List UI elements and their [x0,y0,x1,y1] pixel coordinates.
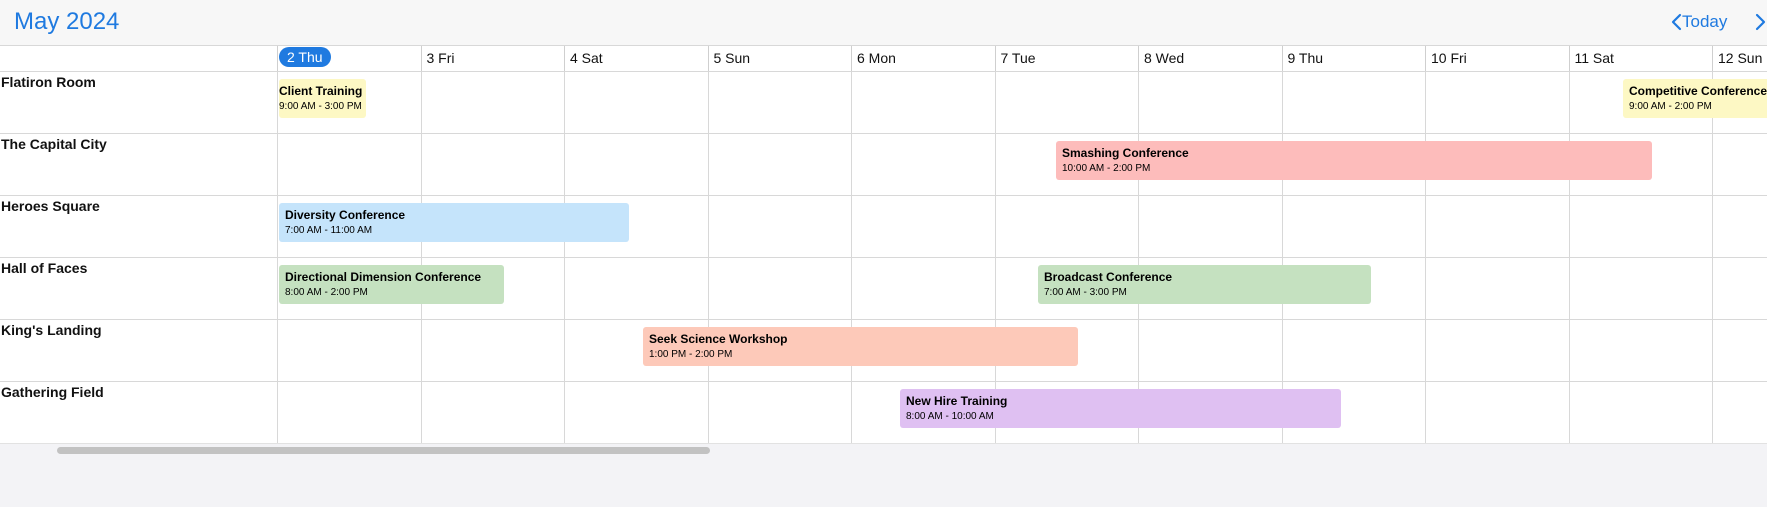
resource-label: Gathering Field [1,384,104,400]
event-title: Client Training [279,84,363,98]
event-time: 10:00 AM - 2:00 PM [1062,163,1151,174]
event-title: Directional Dimension Conference [285,270,482,284]
day-header: 2 Thu [277,46,421,71]
event-block[interactable]: Client Training 9:00 AM - 3:00 PM [279,79,366,118]
day-grid-line [1712,72,1713,444]
event-title: Smashing Conference [1062,146,1189,160]
event-time: 8:00 AM - 10:00 AM [906,411,994,422]
event-title: Competitive Conference [1629,84,1767,98]
resource-row: Heroes Square [0,196,1767,258]
resource-label: Flatiron Room [1,74,96,90]
event-time: 9:00 AM - 2:00 PM [1629,101,1712,112]
day-grid-line [708,72,709,444]
month-title: May 2024 [14,8,120,35]
day-header: 7 Tue [994,46,1139,71]
event-time: 8:00 AM - 2:00 PM [285,287,368,298]
event-block[interactable]: New Hire Training 8:00 AM - 10:00 AM [900,389,1341,428]
day-grid-line [1569,72,1570,444]
horizontal-scrollbar[interactable] [0,443,1767,456]
day-header: 6 Mon [851,46,995,71]
day-grid-line [277,72,278,444]
day-header: 12 Sun [1712,46,1767,71]
day-header: 3 Fri [420,46,565,71]
day-header: 9 Thu [1281,46,1426,71]
event-block[interactable]: Competitive Conference 9:00 AM - 2:00 PM [1623,79,1767,118]
timeline-scheduler: 2 Thu 3 Fri 4 Sat 5 Sun 6 Mon 7 Tue 8 Wed 9 Thu… [0,45,1767,444]
resource-label: The Capital City [1,136,107,152]
day-header-label: 8 Wed [1144,50,1185,66]
day-header-label: 10 Fri [1431,50,1467,66]
today-button[interactable]: Today [1682,10,1727,34]
event-block[interactable]: Broadcast Conference 7:00 AM - 3:00 PM [1038,265,1371,304]
day-header-label: 9 Thu [1287,50,1324,66]
event-title: Broadcast Conference [1044,270,1173,284]
day-grid-line [564,72,565,444]
day-header-label: 5 Sun [713,50,751,66]
resource-row: Flatiron Room [0,72,1767,134]
calendar-toolbar: May 2024 Today [0,0,1767,45]
event-time: 7:00 AM - 3:00 PM [1044,287,1127,298]
resource-row: Hall of Faces [0,258,1767,320]
day-header: 8 Wed [1138,46,1282,71]
day-header: 11 Sat [1568,46,1713,71]
day-grid-line [851,72,852,444]
event-title: Seek Science Workshop [649,332,788,346]
day-header-label: 6 Mon [857,50,896,66]
day-header-label: 4 Sat [570,50,603,66]
day-header-label: 11 Sat [1574,50,1614,66]
next-arrow-icon[interactable] [1750,10,1767,34]
resource-label: King's Landing [1,322,102,338]
today-date-badge: 2 Thu [279,47,331,67]
event-block[interactable]: Diversity Conference 7:00 AM - 11:00 AM [279,203,629,242]
day-header: 5 Sun [707,46,852,71]
event-time: 7:00 AM - 11:00 AM [285,225,373,236]
resource-row: Gathering Field [0,382,1767,444]
event-time: 1:00 PM - 2:00 PM [649,349,733,360]
day-header: 10 Fri [1425,46,1569,71]
scrollbar-thumb[interactable] [57,447,710,454]
resource-label: Hall of Faces [1,260,88,276]
event-block[interactable]: Directional Dimension Conference 8:00 AM … [279,265,504,304]
day-header: 4 Sat [564,46,708,71]
event-block[interactable]: Seek Science Workshop 1:00 PM - 2:00 PM [643,327,1078,366]
event-time: 9:00 AM - 3:00 PM [279,101,362,112]
event-block[interactable]: Smashing Conference 10:00 AM - 2:00 PM [1056,141,1652,180]
day-grid-line [421,72,422,444]
event-title: Diversity Conference [285,208,406,222]
event-title: New Hire Training [906,394,1008,408]
day-header-label: 7 Tue [1000,50,1036,66]
day-header-label: 3 Fri [426,50,455,66]
resource-label: Heroes Square [1,198,100,214]
day-header-label: 12 Sun [1718,50,1763,66]
day-grid-line [1425,72,1426,444]
